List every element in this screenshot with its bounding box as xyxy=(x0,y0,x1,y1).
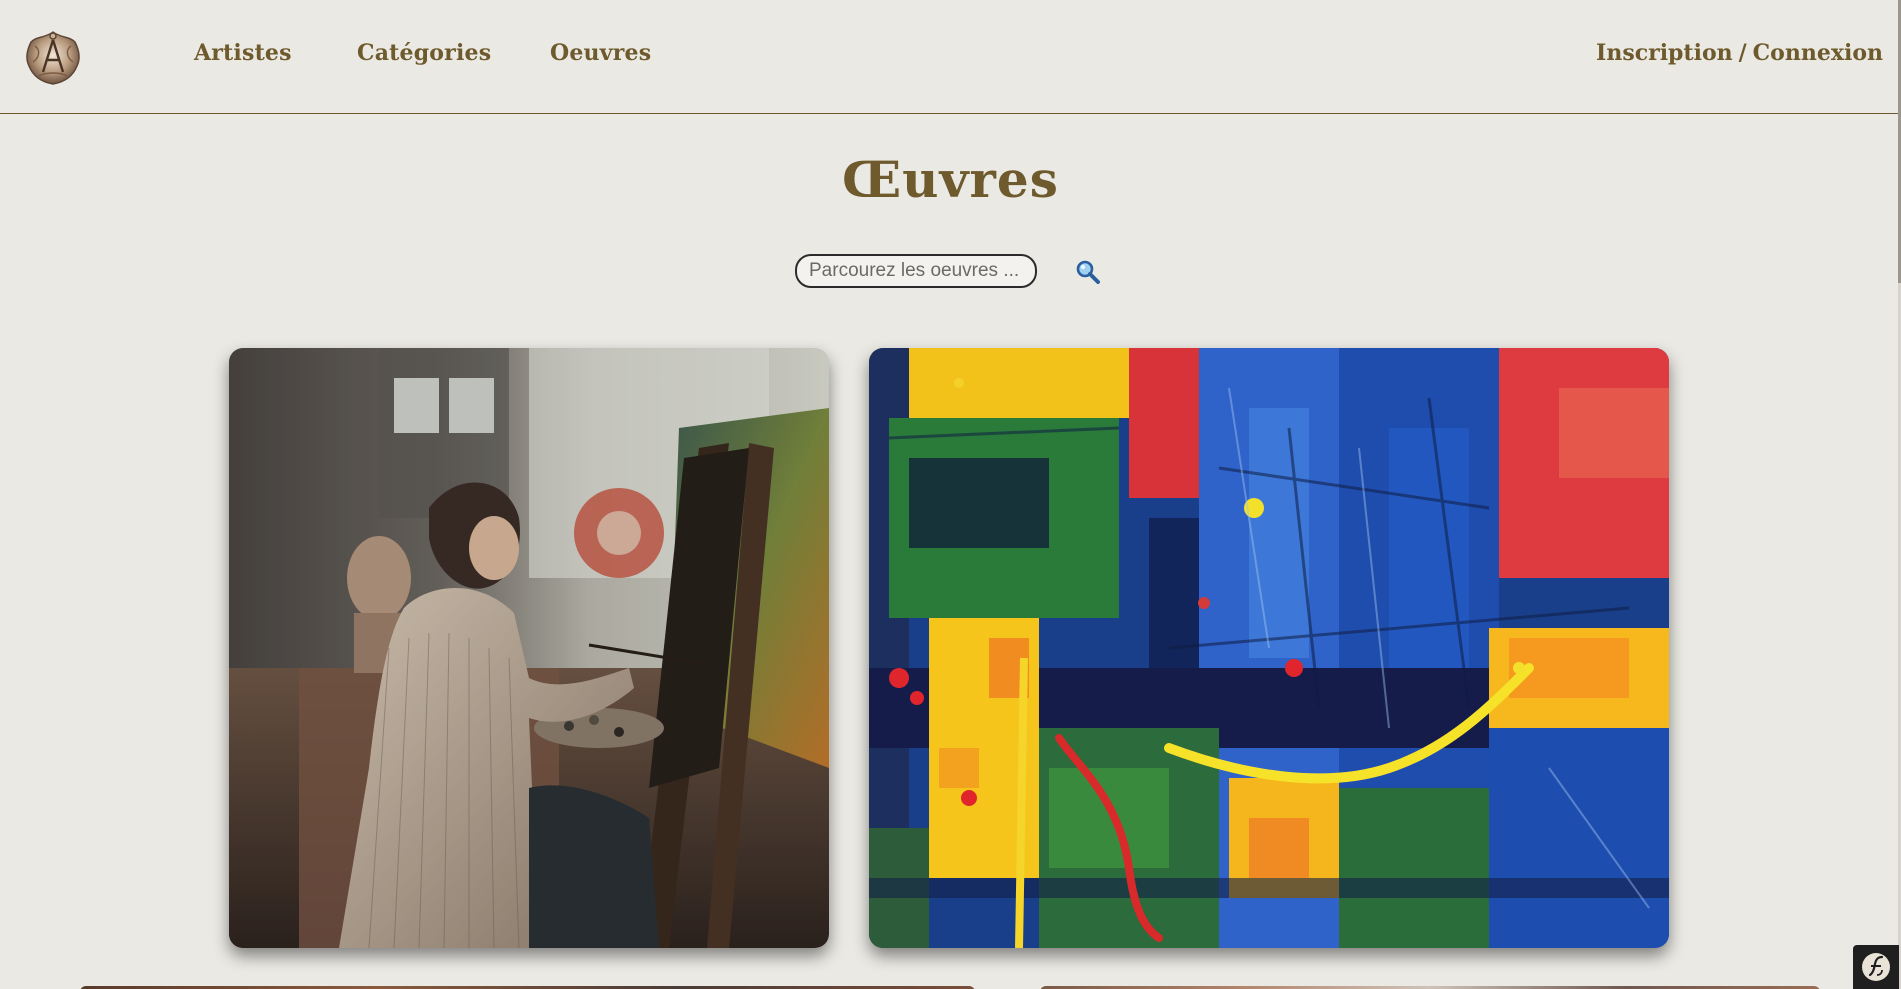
debug-toolbar-toggle[interactable] xyxy=(1853,945,1899,989)
search-input[interactable] xyxy=(795,254,1037,288)
painter-image xyxy=(229,348,829,948)
auth-links: Inscription / Connexion xyxy=(1596,40,1883,66)
site-logo-icon[interactable] xyxy=(21,28,85,88)
magnifier-icon xyxy=(1076,260,1100,284)
auth-separator: / xyxy=(1738,40,1747,66)
site-header: Artistes Catégories Oeuvres Inscription /… xyxy=(0,0,1901,114)
artwork-card-painter[interactable] xyxy=(229,348,829,948)
nav-categories[interactable]: Catégories xyxy=(357,40,491,66)
nav-oeuvres[interactable]: Oeuvres xyxy=(550,40,651,66)
login-link[interactable]: Connexion xyxy=(1753,40,1883,66)
abstract-image xyxy=(869,348,1669,948)
nav-artistes[interactable]: Artistes xyxy=(194,40,292,66)
page-title: Œuvres xyxy=(842,150,1059,209)
artwork-card-abstract[interactable] xyxy=(869,348,1669,948)
register-link[interactable]: Inscription xyxy=(1596,40,1733,66)
symfony-icon xyxy=(1862,953,1890,981)
search-button[interactable] xyxy=(1074,258,1102,286)
